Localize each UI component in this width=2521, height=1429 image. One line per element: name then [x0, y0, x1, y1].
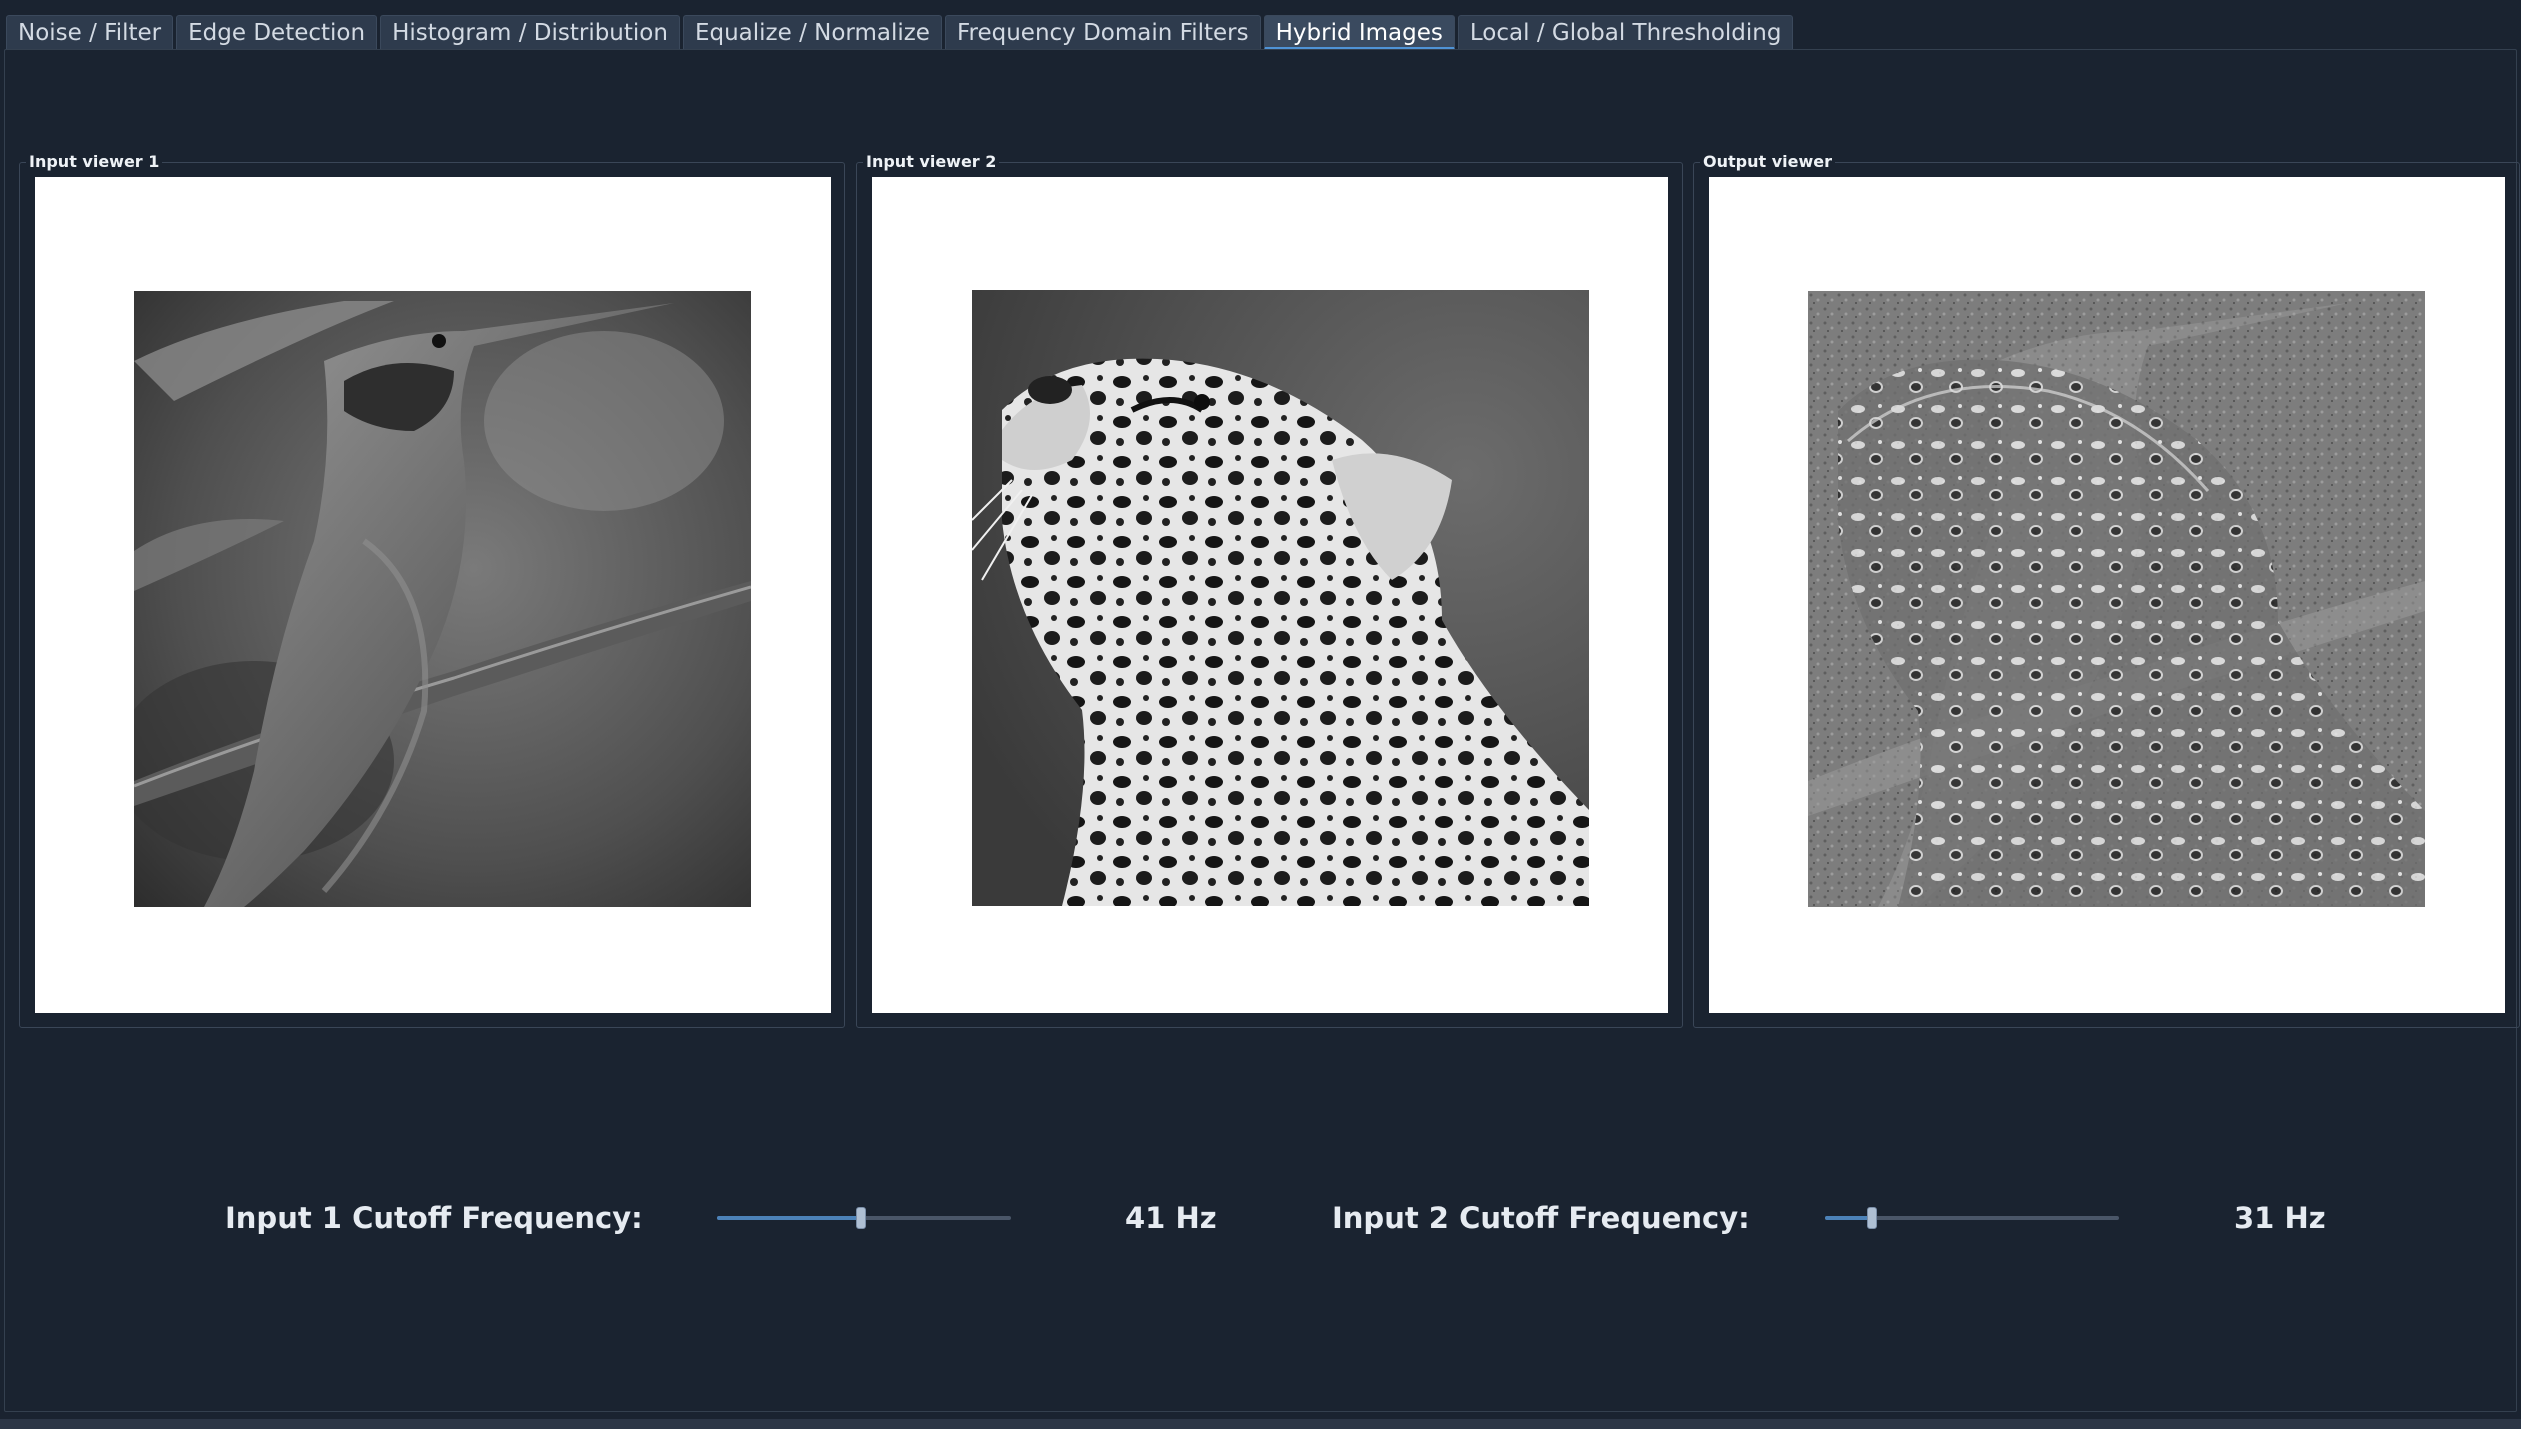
- jaguar-image: [972, 290, 1589, 906]
- hummingbird-image: [134, 291, 751, 907]
- input-2-cutoff-value: 31 Hz: [2234, 1201, 2326, 1235]
- tab-edge-detection[interactable]: Edge Detection: [176, 15, 378, 50]
- slider-fill: [717, 1216, 862, 1220]
- input-viewer-2-title: Input viewer 2: [863, 152, 1000, 172]
- input-1-cutoff-value: 41 Hz: [1125, 1201, 1217, 1235]
- hybrid-output-image: [1808, 291, 2425, 907]
- input-viewer-2: Input viewer 2: [856, 152, 1683, 1028]
- tab-frequency-domain-filters[interactable]: Frequency Domain Filters: [944, 15, 1261, 50]
- output-viewer: Output viewer: [1693, 152, 2520, 1028]
- tab-hybrid-images[interactable]: Hybrid Images: [1263, 15, 1455, 50]
- tab-histogram-distribution[interactable]: Histogram / Distribution: [380, 15, 680, 50]
- tab-equalize-normalize[interactable]: Equalize / Normalize: [682, 15, 942, 50]
- input-2-cutoff-slider[interactable]: [1825, 1206, 2119, 1230]
- slider-handle[interactable]: [1867, 1207, 1878, 1229]
- output-viewer-title: Output viewer: [1700, 152, 1835, 172]
- slider-handle[interactable]: [856, 1207, 867, 1229]
- bottom-strip: [0, 1419, 2521, 1429]
- tab-noise-filter[interactable]: Noise / Filter: [6, 15, 174, 50]
- input-2-cutoff-label: Input 2 Cutoff Frequency:: [1332, 1201, 1750, 1235]
- tab-local-global-thresholding[interactable]: Local / Global Thresholding: [1457, 15, 1794, 50]
- slider-fill: [1825, 1216, 1873, 1220]
- input-viewer-1: Input viewer 1: [19, 152, 845, 1028]
- input-1-cutoff-slider[interactable]: [717, 1206, 1011, 1230]
- input-viewer-1-title: Input viewer 1: [26, 152, 163, 172]
- input-viewer-2-canvas[interactable]: [872, 177, 1668, 1013]
- input-1-cutoff-label: Input 1 Cutoff Frequency:: [225, 1201, 643, 1235]
- tab-bar: Noise / Filter Edge Detection Histogram …: [6, 14, 1796, 50]
- input-viewer-1-canvas[interactable]: [35, 177, 831, 1013]
- output-viewer-canvas[interactable]: [1709, 177, 2505, 1013]
